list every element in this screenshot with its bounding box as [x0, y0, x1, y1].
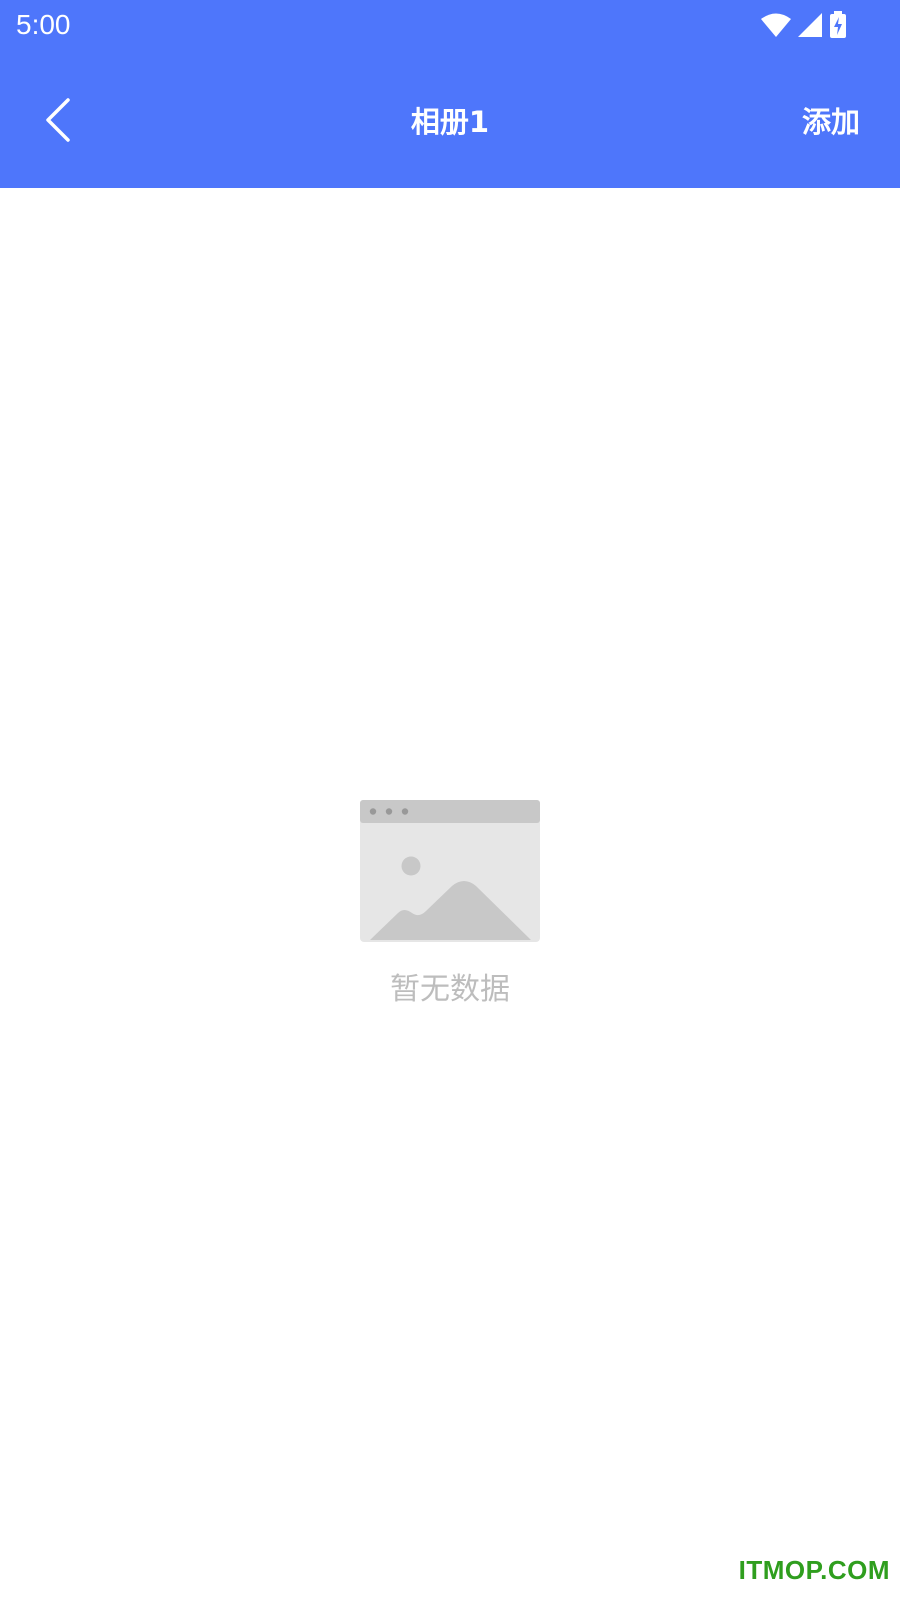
page-title: 相册1 [410, 105, 490, 139]
status-time: 5:00 [16, 9, 71, 40]
toolbar: 相册1 添加 [0, 70, 900, 174]
app-screen: 5:00 相册1 添加 暂无数据 ITMOP.COM [0, 0, 900, 1600]
status-icons [760, 10, 848, 40]
app-header: 5:00 相册1 添加 [0, 0, 900, 188]
wifi-icon [760, 12, 792, 38]
empty-state: 暂无数据 [0, 800, 900, 1012]
cellular-signal-icon [796, 12, 824, 38]
add-button[interactable]: 添加 [802, 100, 860, 144]
chevron-left-icon [40, 96, 80, 148]
image-placeholder-icon [0, 800, 900, 942]
empty-message: 暂无数据 [390, 972, 510, 1007]
battery-charging-icon [828, 11, 848, 39]
back-button[interactable] [28, 90, 92, 154]
watermark: ITMOP.COM [738, 1555, 890, 1585]
status-bar: 5:00 [0, 0, 900, 52]
